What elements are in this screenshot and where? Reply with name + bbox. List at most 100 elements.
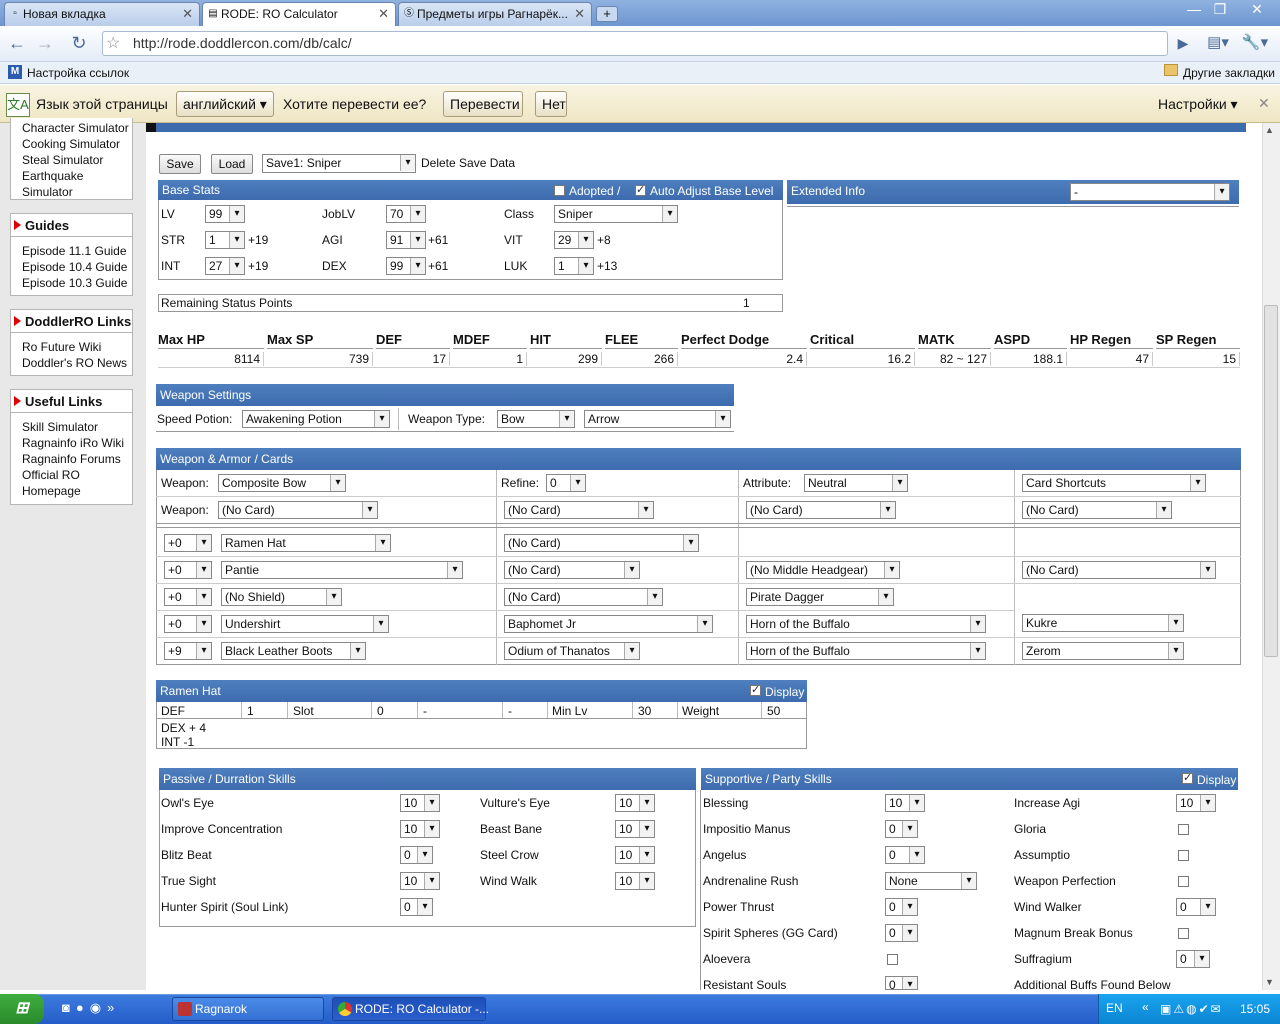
ammo-select[interactable]: Arrow	[584, 410, 731, 428]
extended-info-select[interactable]: -	[1070, 183, 1230, 201]
minimize-icon[interactable]: —	[1182, 0, 1206, 18]
new-tab-plus-icon[interactable]: +	[596, 6, 618, 22]
aloevera-checkbox[interactable]	[887, 954, 898, 965]
skill-level-select[interactable]: 0	[885, 820, 918, 838]
support-display-checkbox[interactable]	[1182, 771, 1193, 784]
tab-items[interactable]: Ⓢ Предметы игры Рагнарёк... ✕	[398, 2, 592, 26]
skill-level-select[interactable]: 0	[400, 846, 433, 864]
int-select[interactable]: 27	[205, 257, 245, 275]
card-select[interactable]: Baphomet Jr	[504, 615, 713, 633]
card-select[interactable]: Odium of Thanatos	[504, 642, 640, 660]
headgear-lower-select[interactable]: Pantie	[221, 561, 463, 579]
back-icon[interactable]: ←	[4, 30, 30, 56]
refine-select[interactable]: +0	[164, 588, 212, 606]
skill-level-select[interactable]: 0	[885, 846, 925, 864]
sidebar-link[interactable]: Cooking Simulator	[11, 136, 132, 152]
joblv-select[interactable]: 70	[386, 205, 426, 223]
window-close-icon[interactable]: ✕	[1240, 0, 1274, 18]
card-select[interactable]: Kukre	[1022, 614, 1184, 632]
sidebar-link[interactable]: Ragnainfo Forums	[11, 451, 132, 467]
star-icon[interactable]: ☆	[106, 33, 120, 53]
page-menu-icon[interactable]: ▤▾	[1204, 30, 1232, 56]
forward-icon[interactable]: →	[32, 30, 58, 56]
save-button[interactable]: Save	[159, 154, 201, 174]
translate-button[interactable]: Перевести	[443, 91, 523, 117]
sidebar-link[interactable]: Episode 11.1 Guide	[11, 243, 132, 259]
headgear-card-select[interactable]: (No Card)	[504, 534, 699, 552]
gloria-checkbox[interactable]	[1178, 824, 1189, 835]
skill-level-select[interactable]: 10	[615, 846, 655, 864]
go-arrow-icon[interactable]: ▶	[1170, 30, 1196, 56]
address-bar[interactable]: http://rode.doddlercon.com/db/calc/	[102, 31, 1168, 56]
weapon-card-2[interactable]: (No Card)	[504, 501, 654, 519]
skill-level-select[interactable]: None	[885, 872, 977, 890]
sidebar-link[interactable]: Ragnainfo iRo Wiki	[11, 435, 132, 451]
save-slot-select[interactable]: Save1: Sniper	[262, 154, 416, 173]
skill-level-select[interactable]: 10	[615, 820, 655, 838]
weapon-card-1[interactable]: (No Card)	[218, 501, 378, 519]
speed-potion-select[interactable]: Awakening Potion	[242, 410, 390, 428]
card-shortcuts-select[interactable]: Card Shortcuts	[1022, 474, 1206, 492]
scrollbar-thumb[interactable]	[1264, 305, 1278, 657]
skill-level-select[interactable]: 0	[885, 924, 918, 942]
tab-new[interactable]: ▫ Новая вкладка ✕	[4, 2, 200, 26]
adopted-checkbox[interactable]	[554, 185, 565, 196]
skill-level-select[interactable]: 10	[1176, 794, 1216, 812]
sidebar-link[interactable]: Episode 10.4 Guide	[11, 259, 132, 275]
shoes-select[interactable]: Black Leather Boots	[221, 642, 366, 660]
shield-select[interactable]: (No Shield)	[221, 588, 342, 606]
agi-select[interactable]: 91	[386, 231, 426, 249]
close-tab-icon[interactable]: ✕	[574, 3, 585, 25]
middle-headgear-select[interactable]: (No Middle Headgear)	[746, 561, 900, 579]
tray-expand-icon[interactable]: «	[1142, 1000, 1149, 1014]
refine-select[interactable]: +0	[164, 561, 212, 579]
sidebar-link[interactable]: Homepage	[11, 483, 132, 499]
other-bookmarks[interactable]: Другие закладки	[1183, 62, 1275, 84]
skill-level-select[interactable]: 0	[400, 898, 433, 916]
tray-icons[interactable]: ▣⚠◍✔✉	[1160, 1002, 1223, 1016]
wrench-icon[interactable]: 🔧▾	[1240, 30, 1270, 56]
auto-adjust-checkbox[interactable]	[635, 183, 646, 196]
skill-level-select[interactable]: 0	[885, 976, 918, 990]
delete-save-link[interactable]: Delete Save Data	[421, 156, 515, 170]
skill-level-select[interactable]: 10	[400, 794, 440, 812]
magnum-break-checkbox[interactable]	[1178, 928, 1189, 939]
refine-select[interactable]: +9	[164, 642, 212, 660]
skill-level-select[interactable]: 0	[1176, 950, 1210, 968]
no-button[interactable]: Нет	[535, 91, 567, 117]
refine-select[interactable]: +0	[164, 615, 212, 633]
dex-select[interactable]: 99	[386, 257, 426, 275]
bookmark-link[interactable]: Настройка ссылок	[27, 62, 129, 84]
weapon-card-4[interactable]: (No Card)	[1022, 501, 1172, 519]
accessory-select[interactable]: Horn of the Buffalo	[746, 642, 986, 660]
sidebar-link[interactable]: Ro Future Wiki	[11, 339, 132, 355]
reload-icon[interactable]: ↻	[66, 30, 92, 56]
lv-select[interactable]: 99	[205, 205, 245, 223]
maximize-icon[interactable]: ❐	[1208, 0, 1232, 18]
taskbar-ragnarok[interactable]: Ragnarok	[172, 997, 324, 1021]
close-infobar-icon[interactable]: ✕	[1258, 95, 1270, 112]
headgear-upper-select[interactable]: Ramen Hat	[221, 534, 391, 552]
quick-launch[interactable]: ◙●◉»	[62, 1000, 162, 1018]
language-select[interactable]: английский ▾	[176, 91, 274, 117]
vit-select[interactable]: 29	[554, 231, 594, 249]
weapon-select[interactable]: Composite Bow	[218, 474, 346, 492]
taskbar-chrome[interactable]: RODE: RO Calculator -...	[332, 997, 489, 1021]
sidebar-link[interactable]: Doddler's RO News	[11, 355, 132, 371]
tab-rode[interactable]: ▤ RODE: RO Calculator ✕	[202, 2, 396, 27]
armor-select[interactable]: Undershirt	[221, 615, 389, 633]
skill-level-select[interactable]: 10	[615, 794, 655, 812]
refine-select[interactable]: 0	[546, 474, 586, 492]
skill-level-select[interactable]: 10	[615, 872, 655, 890]
weapon-card-3[interactable]: (No Card)	[746, 501, 896, 519]
skill-level-select[interactable]: 0	[1176, 898, 1216, 916]
accessory-select[interactable]: Horn of the Buffalo	[746, 615, 986, 633]
tray-lang[interactable]: EN	[1106, 1001, 1123, 1015]
skill-level-select[interactable]: 10	[400, 872, 440, 890]
translate-settings[interactable]: Настройки ▾	[1158, 96, 1238, 113]
skill-level-select[interactable]: 0	[885, 898, 918, 916]
weapon-type-select[interactable]: Bow	[497, 410, 575, 428]
attribute-select[interactable]: Neutral	[804, 474, 908, 492]
sidebar-link[interactable]: Steal Simulator	[11, 152, 132, 168]
str-select[interactable]: 1	[205, 231, 245, 249]
